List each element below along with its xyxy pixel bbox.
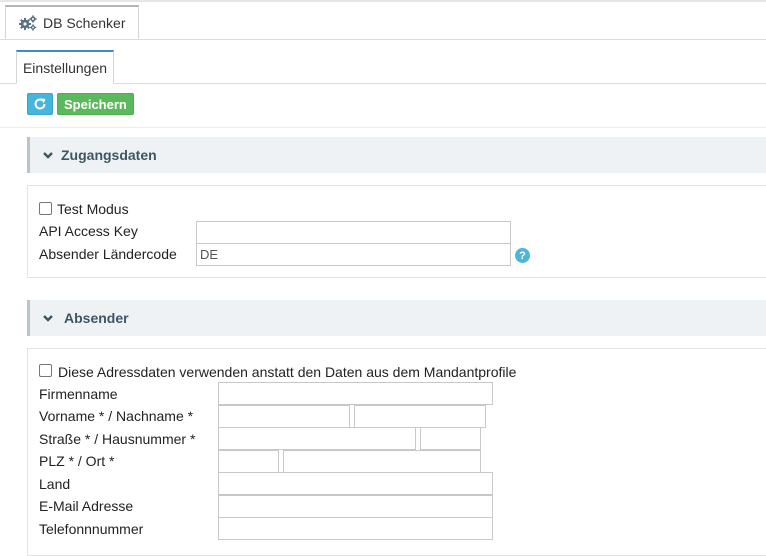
country-code-label: Absender Ländercode: [39, 246, 177, 262]
tab-db-schenker[interactable]: DB Schenker: [5, 5, 139, 39]
save-button[interactable]: Speichern: [57, 93, 134, 115]
chevron-down-icon: [43, 315, 53, 322]
use-address-label: Diese Adressdaten verwenden anstatt den …: [58, 364, 517, 380]
divider: [0, 127, 766, 128]
lastname-input[interactable]: [354, 405, 486, 428]
name-label: Vorname * / Nachname *: [39, 408, 194, 424]
email-label: E-Mail Adresse: [39, 498, 134, 514]
main-tab-bar: DB Schenker: [0, 2, 766, 40]
company-label: Firmenname: [39, 386, 118, 402]
firstname-input[interactable]: [218, 405, 350, 428]
use-address-checkbox[interactable]: [39, 364, 52, 377]
section-title: Absender: [64, 310, 129, 326]
question-icon[interactable]: ?: [515, 248, 530, 263]
phone-input[interactable]: [218, 517, 493, 540]
section-title: Zugangsdaten: [61, 147, 157, 163]
test-mode-label: Test Modus: [57, 201, 129, 217]
tab-label: DB Schenker: [43, 14, 126, 31]
city-input[interactable]: [283, 450, 481, 473]
toolbar: Speichern: [27, 93, 134, 115]
housenumber-input[interactable]: [420, 427, 481, 450]
country-input[interactable]: [218, 472, 493, 495]
country-label: Land: [39, 476, 71, 492]
street-input[interactable]: [218, 427, 416, 450]
email-input[interactable]: [218, 495, 493, 518]
chevron-down-icon: [43, 152, 53, 159]
section-absender-header[interactable]: Absender: [27, 300, 766, 336]
zip-input[interactable]: [218, 450, 279, 473]
gears-icon: [19, 14, 37, 31]
street-label: Straße * / Hausnummer *: [39, 431, 196, 447]
test-mode-checkbox[interactable]: [39, 202, 52, 215]
api-key-input[interactable]: [196, 221, 511, 244]
api-key-label: API Access Key: [39, 223, 138, 239]
refresh-button[interactable]: [27, 93, 53, 115]
refresh-icon: [34, 98, 46, 110]
section-zugangsdaten-header[interactable]: Zugangsdaten: [27, 137, 766, 173]
company-input[interactable]: [218, 382, 493, 405]
country-code-input[interactable]: [196, 243, 511, 266]
zip-city-label: PLZ * / Ort *: [39, 453, 115, 469]
sub-tab-bar: Einstellungen: [0, 50, 766, 84]
tab-einstellungen[interactable]: Einstellungen: [16, 50, 114, 84]
phone-label: Telefonnnummer: [39, 521, 144, 537]
